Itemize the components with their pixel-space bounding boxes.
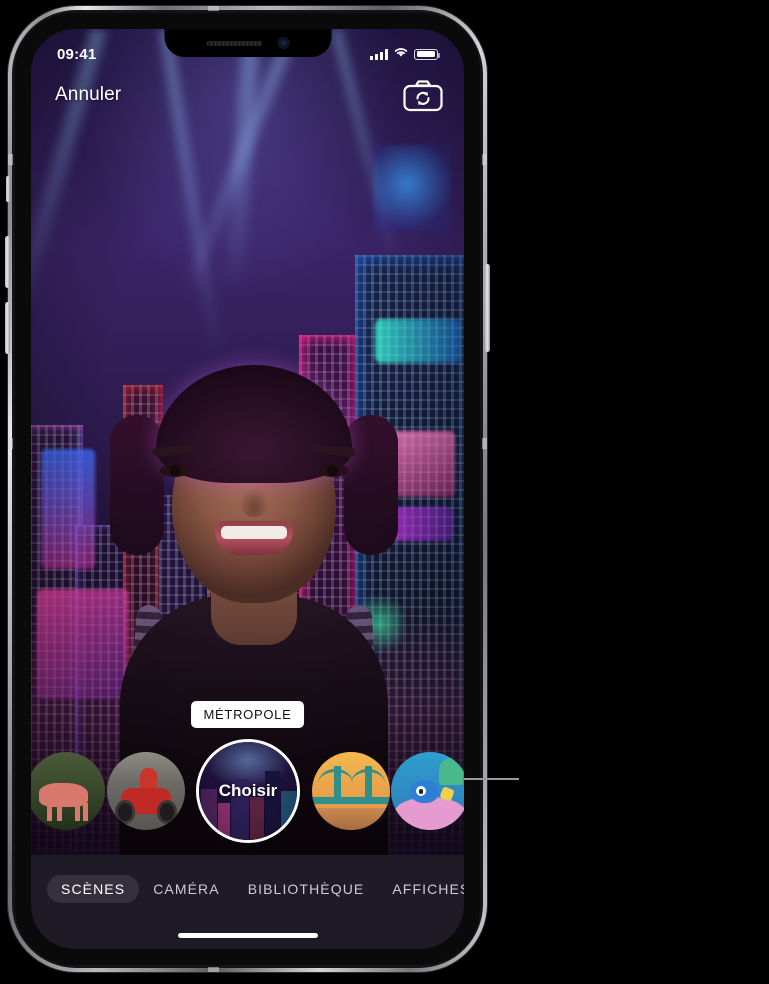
side-power-button[interactable]: [485, 264, 490, 352]
callout-leader-line: [461, 778, 519, 780]
volume-up-button[interactable]: [5, 236, 10, 288]
choose-label: Choisir: [218, 781, 278, 800]
silent-switch[interactable]: [6, 176, 10, 202]
deer-leg: [56, 803, 62, 821]
sea-plant: [439, 758, 463, 785]
speaker-grille-icon: [206, 40, 263, 46]
antenna-band-bottom: [208, 967, 219, 972]
status-indicators: [370, 45, 440, 63]
cancel-button[interactable]: Annuler: [55, 84, 121, 106]
bridge-deck: [312, 797, 390, 805]
scene-thumbnail-forest[interactable]: [31, 752, 105, 830]
antenna-band-left-lower: [8, 438, 13, 449]
bridge-water: [312, 808, 390, 830]
scene-name-label: MÉTROPOLE: [190, 701, 305, 728]
bridge-sunset-art: [312, 752, 390, 830]
antenna-band-right-upper: [482, 154, 487, 165]
scene-thumbnail-metropolis[interactable]: Choisir: [196, 739, 300, 843]
antenna-band-right-lower: [482, 438, 487, 449]
scene-thumbnail-street[interactable]: [107, 752, 185, 830]
iphone-device: 09:41 Annuler MÉTROPOLE Choisir SCÈNES C…: [5, 6, 490, 972]
wifi-icon: [393, 45, 409, 63]
tab-library[interactable]: BIBLIOTHÈQUE: [234, 875, 379, 903]
bottom-tab-bar: SCÈNES CAMÉRA BIBLIOTHÈQUE AFFICHES: [31, 855, 464, 949]
device-screen: 09:41 Annuler MÉTROPOLE Choisir SCÈNES C…: [31, 29, 464, 949]
tab-camera[interactable]: CAMÉRA: [139, 875, 234, 903]
device-notch: [164, 29, 331, 57]
scene-thumbnail-bridge[interactable]: [312, 752, 390, 830]
scene-vignette: [31, 29, 464, 855]
antenna-band-left-upper: [8, 154, 13, 165]
flip-camera-icon[interactable]: [402, 79, 444, 113]
street-bike-art: [107, 752, 185, 830]
antenna-band-top: [208, 6, 219, 11]
battery-full-icon: [414, 48, 440, 60]
volume-down-button[interactable]: [5, 302, 10, 354]
scene-thumbnail-reef[interactable]: [391, 752, 464, 830]
front-camera-icon: [278, 38, 289, 48]
wheel-shape: [156, 800, 178, 824]
deer-leg: [75, 803, 81, 821]
deer-leg: [47, 803, 53, 821]
camera-preview[interactable]: [31, 29, 464, 855]
tab-scenes[interactable]: SCÈNES: [47, 875, 140, 903]
deer-leg: [83, 803, 89, 821]
status-time: 09:41: [57, 45, 97, 63]
coral-reef-art: [391, 752, 464, 830]
forest-deer-art: [31, 752, 105, 830]
tab-posters[interactable]: AFFICHES: [378, 875, 464, 903]
tab-list: SCÈNES CAMÉRA BIBLIOTHÈQUE AFFICHES: [31, 875, 464, 903]
signal-bars-icon: [370, 48, 388, 60]
home-indicator[interactable]: [177, 933, 318, 938]
scene-carousel[interactable]: Choisir: [31, 739, 464, 843]
wheel-shape: [114, 800, 136, 824]
